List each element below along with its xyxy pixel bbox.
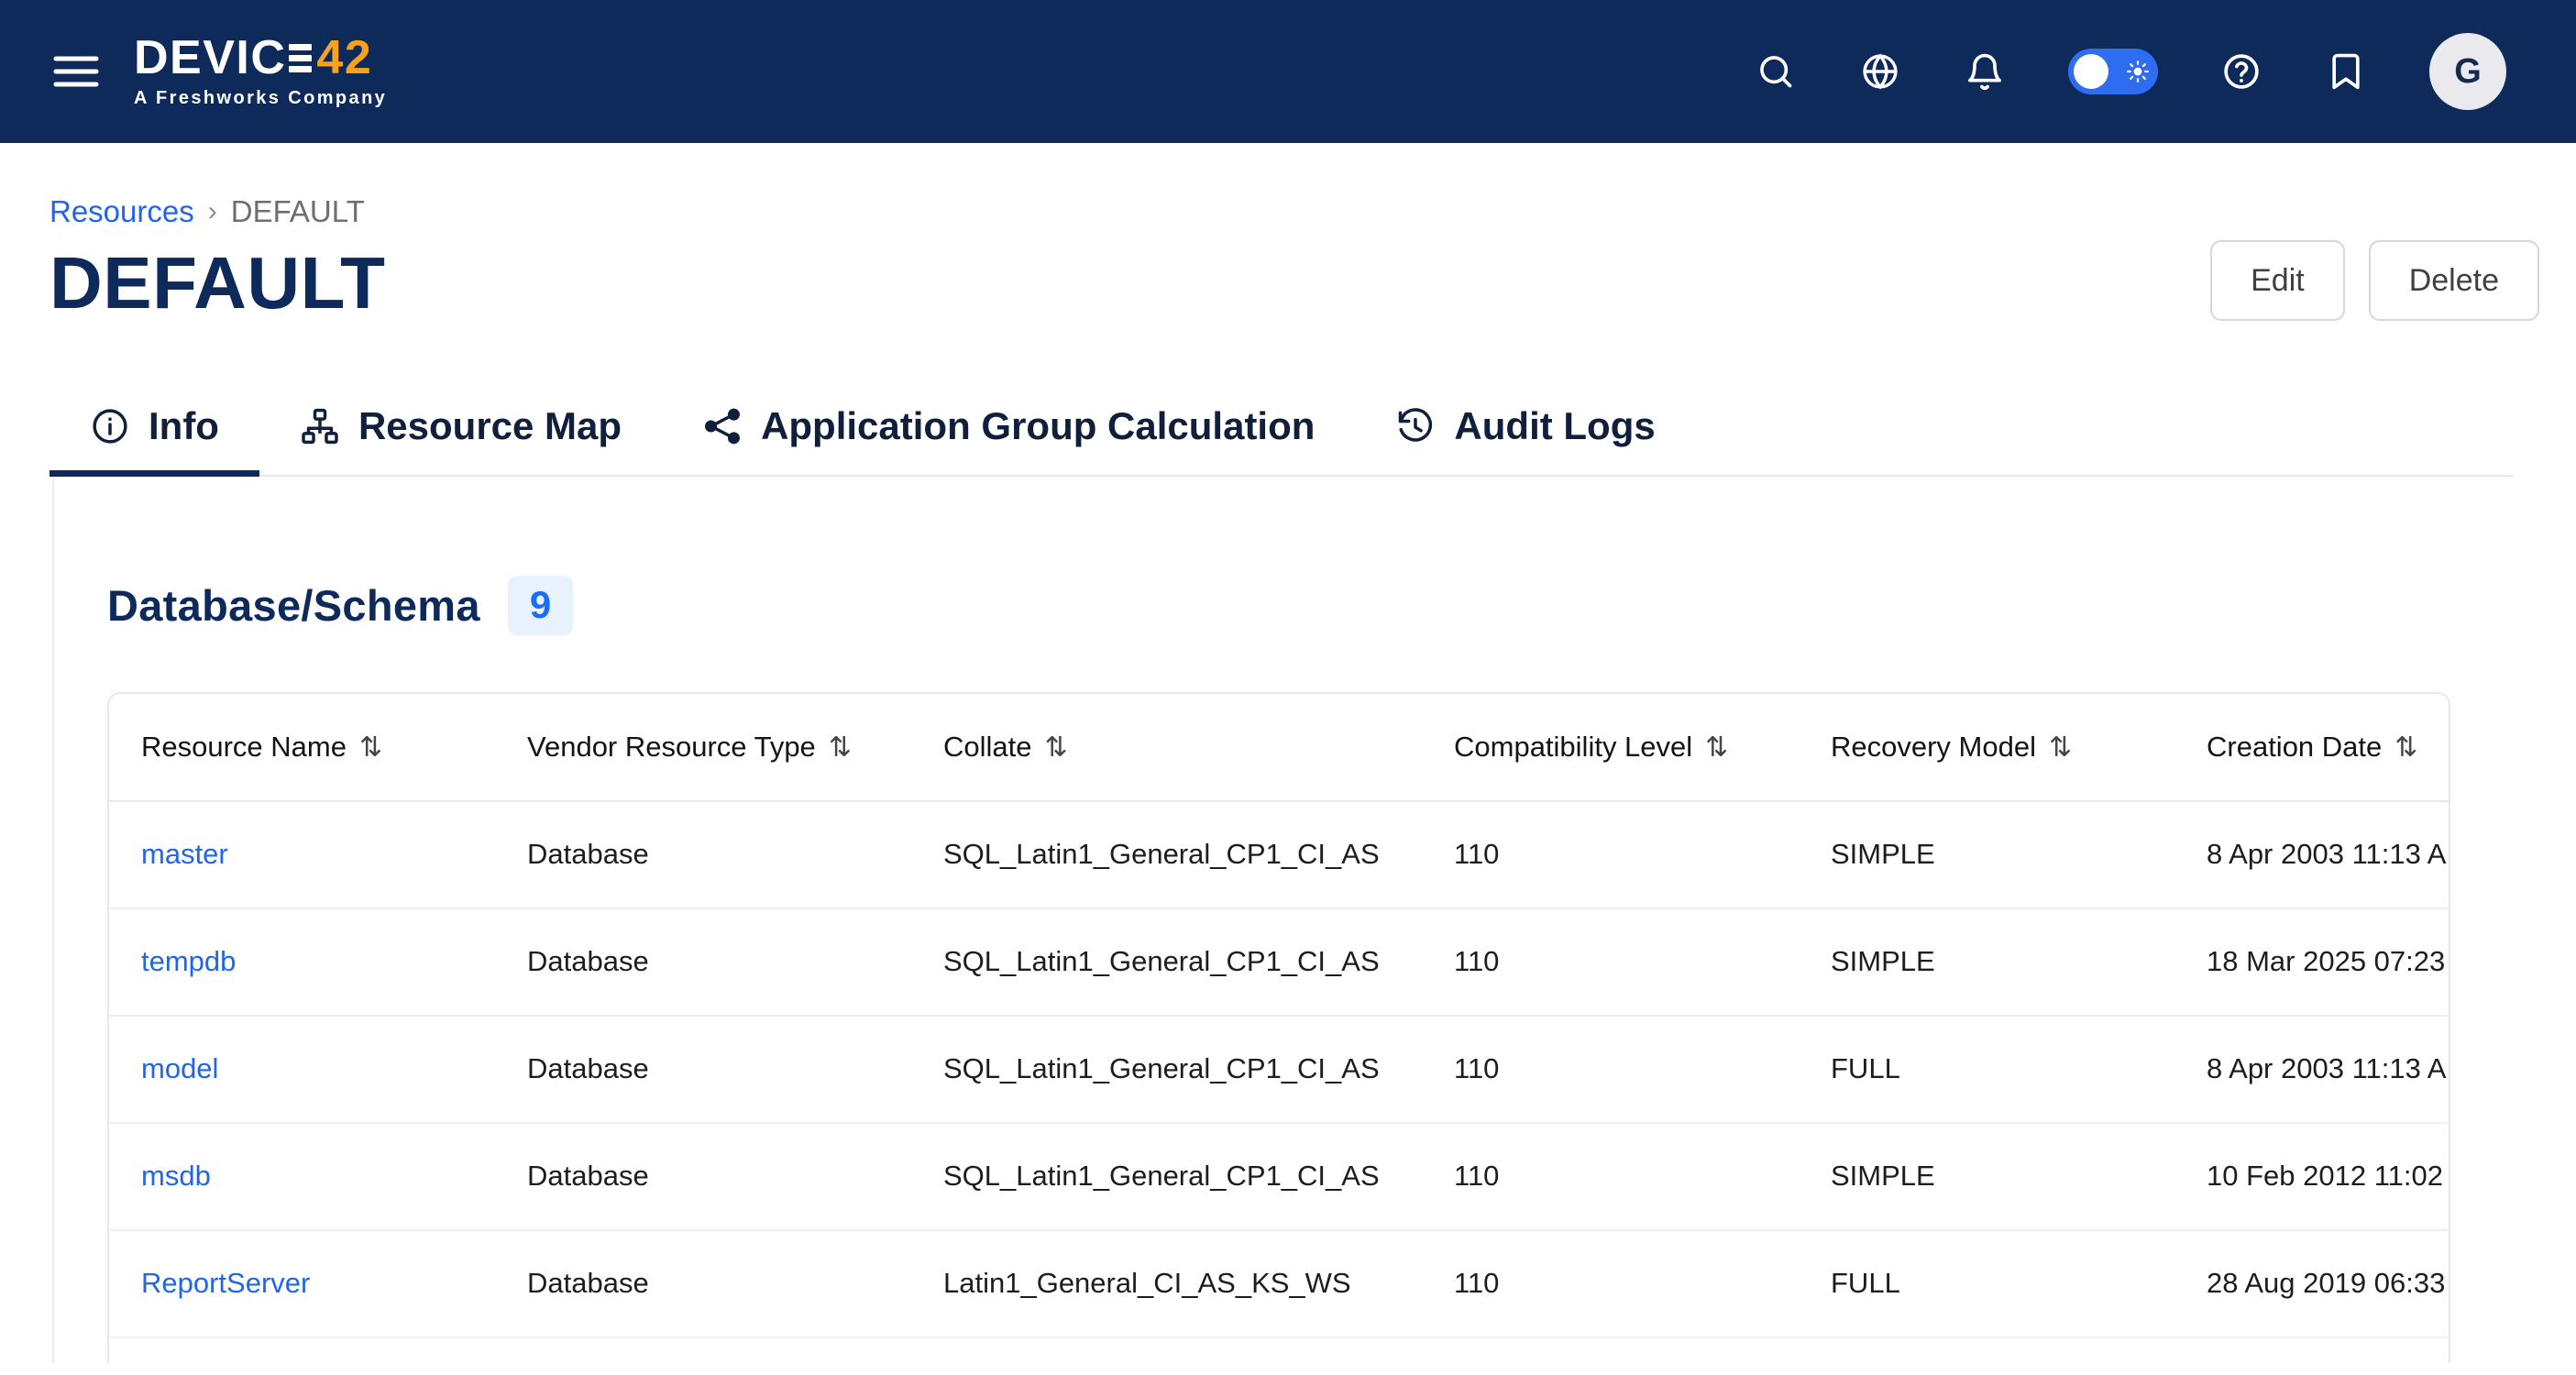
table-row: master Database SQL_Latin1_General_CP1_C… — [109, 801, 2450, 908]
table-row: ReportServer Database Latin1_General_CI_… — [109, 1230, 2450, 1337]
column-header-creation-date[interactable]: Creation Date⇅ — [2174, 694, 2450, 801]
help-icon[interactable] — [2220, 50, 2262, 93]
logo-text-42: 42 — [316, 34, 372, 82]
resource-link[interactable]: model — [141, 1052, 218, 1084]
cell-vendor-resource-type: Database — [495, 1016, 911, 1123]
cell-vendor-resource-type: Database — [495, 1123, 911, 1230]
page-title: DEFAULT — [50, 244, 2539, 323]
cell-recovery-model: SIMPLE — [1799, 801, 2174, 908]
cell-creation-date: 18 Mar 2025 07:23 — [2174, 908, 2450, 1016]
cell-compatibility-level: 110 — [1422, 801, 1799, 908]
topbar-actions: G — [1755, 33, 2506, 110]
network-nodes-icon — [702, 406, 743, 446]
globe-icon[interactable] — [1859, 50, 1901, 93]
cell-collate: SQL_Latin1_General_CP1_CI_AS — [911, 908, 1422, 1016]
cell-compatibility-level: 110 — [1422, 1016, 1799, 1123]
bell-icon[interactable] — [1964, 50, 2006, 93]
cell-vendor-resource-type: Database — [495, 908, 911, 1016]
resource-link[interactable]: ReportServer — [141, 1267, 310, 1299]
sitemap-icon — [300, 406, 340, 446]
logo-subtitle: A Freshworks Company — [134, 88, 387, 109]
cell-creation-date: 8 Apr 2003 11:13 A — [2174, 801, 2450, 908]
hamburger-menu-icon[interactable] — [51, 51, 101, 92]
column-header-collate[interactable]: Collate⇅ — [911, 694, 1422, 801]
tab-info[interactable]: Info — [50, 381, 259, 477]
table-row: msdb Database SQL_Latin1_General_CP1_CI_… — [109, 1123, 2450, 1230]
cell-creation-date: 10 Feb 2012 11:02 — [2174, 1123, 2450, 1230]
tab-audit-logs[interactable]: Audit Logs — [1355, 381, 1695, 477]
column-header-vendor-resource-type[interactable]: Vendor Resource Type⇅ — [495, 694, 911, 801]
logo-text-devic: DEVIC — [134, 34, 286, 82]
toggle-knob — [2074, 54, 2108, 89]
tab-resource-map[interactable]: Resource Map — [259, 381, 662, 477]
cell-vendor-resource-type: Database — [495, 801, 911, 908]
column-header-recovery-model[interactable]: Recovery Model⇅ — [1799, 694, 2174, 801]
cell-collate: SQL_Latin1_General_CP1_CI_AS — [911, 1123, 1422, 1230]
cell-recovery-model: SIMPLE — [1799, 908, 2174, 1016]
cell-compatibility-level: 110 — [1422, 1123, 1799, 1230]
breadcrumb-resources-link[interactable]: Resources — [50, 194, 194, 229]
history-icon — [1395, 406, 1436, 446]
table-row: model Database SQL_Latin1_General_CP1_CI… — [109, 1016, 2450, 1123]
resource-link[interactable]: msdb — [141, 1160, 211, 1192]
column-header-compatibility-level[interactable]: Compatibility Level⇅ — [1422, 694, 1799, 801]
content-panel: Database/Schema 9 Resource Name⇅ Vendor … — [52, 477, 2576, 1363]
resource-link[interactable]: master — [141, 838, 228, 870]
user-avatar[interactable]: G — [2429, 33, 2506, 110]
cell-vendor-resource-type: Database — [495, 1230, 911, 1337]
cell-creation-date: 28 Aug 2019 06:33 — [2174, 1230, 2450, 1337]
tab-info-label: Info — [149, 404, 219, 448]
cell-collate: SQL_Latin1_General_CP1_CI_AS — [911, 1016, 1422, 1123]
sort-icon[interactable]: ⇅ — [1045, 732, 1068, 763]
info-icon — [90, 406, 130, 446]
section-title: Database/Schema — [107, 580, 480, 631]
theme-toggle[interactable] — [2068, 49, 2158, 94]
tab-bar: Info Resource Map Application Group Ca — [50, 381, 2514, 477]
cell-collate: SQL_Latin1_General_CP1_CI_AS — [911, 801, 1422, 908]
tab-application-group-calculation[interactable]: Application Group Calculation — [662, 381, 1355, 477]
breadcrumb-separator: › — [208, 196, 217, 227]
delete-button[interactable]: Delete — [2369, 240, 2539, 321]
database-schema-table: Resource Name⇅ Vendor Resource Type⇅ Col… — [107, 692, 2450, 1363]
page-actions: Edit Delete — [2210, 240, 2539, 321]
breadcrumb-current: DEFAULT — [231, 194, 365, 229]
logo-e-icon — [289, 44, 312, 72]
section-header: Database/Schema 9 — [107, 477, 2576, 635]
sort-icon[interactable]: ⇅ — [359, 732, 382, 763]
tab-resource-map-label: Resource Map — [358, 404, 622, 448]
bookmark-icon[interactable] — [2325, 50, 2367, 93]
cell-compatibility-level: 110 — [1422, 1230, 1799, 1337]
logo-wordmark: DEVIC 42 — [134, 34, 387, 82]
sun-icon — [2126, 60, 2150, 83]
sort-icon[interactable]: ⇅ — [829, 732, 852, 763]
cell-compatibility-level: 110 — [1422, 908, 1799, 1016]
cell-creation-date: 8 Apr 2003 11:13 A — [2174, 1016, 2450, 1123]
breadcrumb: Resources › DEFAULT — [50, 194, 2539, 229]
cell-recovery-model: FULL — [1799, 1230, 2174, 1337]
sort-icon[interactable]: ⇅ — [2394, 732, 2417, 763]
sort-icon[interactable]: ⇅ — [1705, 732, 1728, 763]
column-header-resource-name[interactable]: Resource Name⇅ — [109, 694, 495, 801]
cell-collate: Latin1_General_CI_AS_KS_WS — [911, 1230, 1422, 1337]
table-row: tempdb Database SQL_Latin1_General_CP1_C… — [109, 908, 2450, 1016]
resource-link[interactable]: tempdb — [141, 945, 236, 977]
cell-recovery-model: SIMPLE — [1799, 1123, 2174, 1230]
device42-logo[interactable]: DEVIC 42 A Freshworks Company — [134, 34, 387, 109]
avatar-initial: G — [2454, 52, 2482, 92]
tab-application-group-calculation-label: Application Group Calculation — [761, 404, 1315, 448]
cell-recovery-model: FULL — [1799, 1016, 2174, 1123]
main-content: Resources › DEFAULT DEFAULT Edit Delete … — [0, 143, 2576, 1363]
page-header: Resources › DEFAULT DEFAULT Edit Delete — [0, 143, 2576, 323]
table-header-row: Resource Name⇅ Vendor Resource Type⇅ Col… — [109, 694, 2450, 801]
sort-icon[interactable]: ⇅ — [2049, 732, 2072, 763]
count-badge: 9 — [508, 576, 573, 635]
edit-button[interactable]: Edit — [2210, 240, 2345, 321]
search-icon[interactable] — [1755, 50, 1797, 93]
top-navbar: DEVIC 42 A Freshworks Company — [0, 0, 2576, 143]
tab-audit-logs-label: Audit Logs — [1454, 404, 1655, 448]
